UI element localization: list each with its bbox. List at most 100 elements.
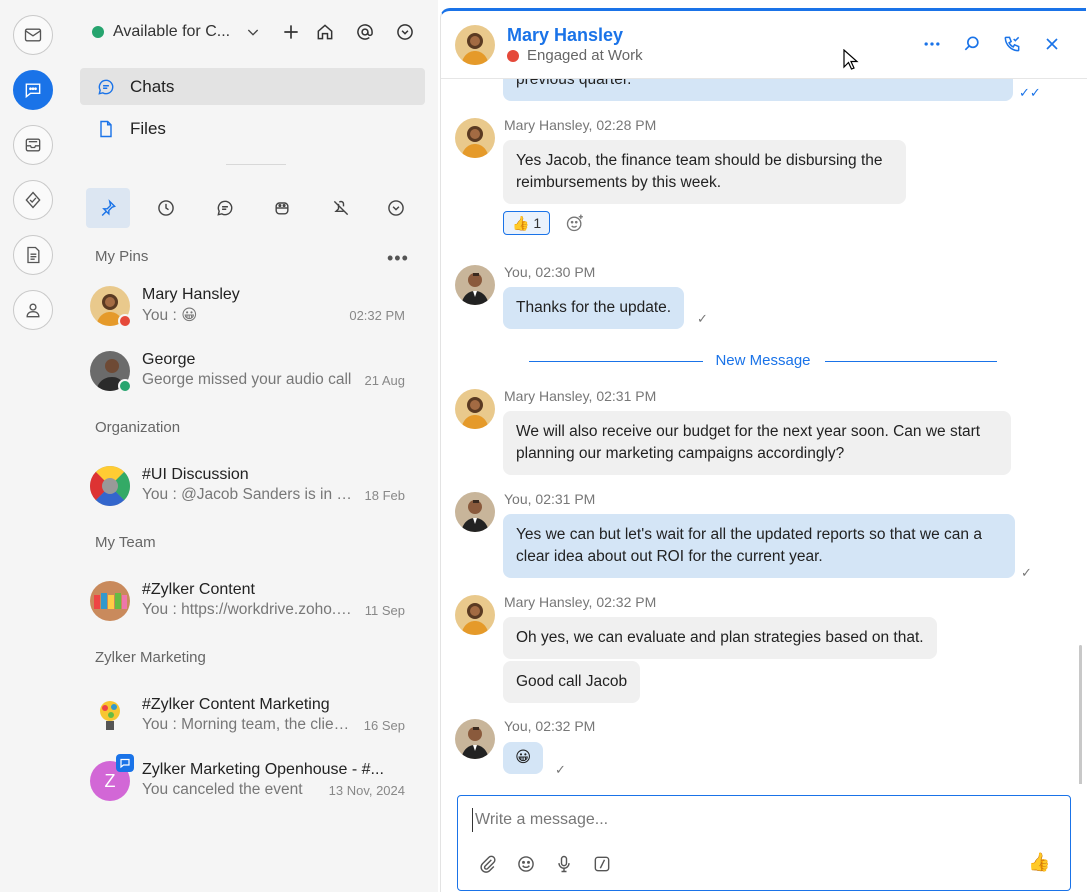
available-status-dot	[92, 26, 104, 38]
section-my-team: My Team	[95, 534, 156, 551]
avatar	[90, 696, 130, 736]
divider	[226, 164, 286, 165]
conversation-zylker-content[interactable]: #Zylker Content You : https://workdrive.…	[80, 571, 425, 631]
add-icon[interactable]	[279, 20, 303, 44]
message-bubble[interactable]: previous quarter.	[503, 79, 1013, 101]
muted-icon[interactable]	[319, 188, 363, 228]
conversation-snippet: You : 😀	[142, 307, 198, 324]
chat-filter-bar	[86, 188, 426, 228]
chat-icon[interactable]	[13, 70, 53, 110]
conversation-name: Mary Hansley	[142, 286, 240, 303]
app-rail	[0, 0, 66, 892]
recent-icon[interactable]	[144, 188, 188, 228]
search-icon[interactable]	[959, 31, 985, 57]
home-icon[interactable]	[313, 20, 337, 44]
busy-status-dot	[507, 49, 519, 62]
notes-icon[interactable]	[13, 235, 53, 275]
message-meta: Mary Hansley, 02:32 PM	[504, 594, 657, 610]
message-input[interactable]	[472, 808, 1052, 832]
avatar[interactable]	[455, 719, 495, 759]
conversation-snippet: You : https://workdrive.zoho.com	[142, 601, 355, 618]
attachment-icon[interactable]	[476, 852, 500, 876]
chat-bubble-filter-icon[interactable]	[203, 188, 247, 228]
more-horizontal-icon[interactable]	[919, 31, 945, 57]
event-chat-icon	[116, 754, 134, 772]
sent-tick-icon: ✓	[1021, 565, 1032, 580]
close-icon[interactable]	[1039, 31, 1065, 57]
conversation-snippet: George missed your audio call	[142, 371, 352, 388]
available-status-dot	[118, 379, 132, 393]
add-reaction-icon[interactable]	[565, 213, 585, 233]
pin-icon[interactable]	[86, 188, 130, 228]
pins-more-icon[interactable]: •••	[387, 248, 409, 269]
busy-status-dot	[118, 314, 132, 328]
call-icon[interactable]	[999, 31, 1025, 57]
conversation-time: 21 Aug	[364, 373, 406, 388]
avatar[interactable]	[455, 118, 495, 158]
conversation-snippet: You : Morning team, the client call	[142, 716, 355, 733]
chat-sidebar: Available for C... Chats Files My Pins •…	[66, 0, 438, 892]
conversation-snippet: You : @Jacob Sanders is in the loop	[142, 486, 355, 503]
format-icon[interactable]	[590, 852, 614, 876]
message-bubble[interactable]: Yes we can but let's wait for all the up…	[503, 514, 1015, 578]
conversation-name: #UI Discussion	[142, 466, 249, 483]
chevron-down-icon	[247, 29, 259, 36]
section-my-pins: My Pins	[95, 248, 149, 265]
message-bubble[interactable]: Thanks for the update.	[503, 287, 685, 329]
conversation-mary-hansley[interactable]: Mary Hansley You : 😀 02:32 PM	[80, 276, 425, 336]
mouse-cursor-icon	[843, 49, 859, 70]
divider-line	[825, 361, 997, 362]
avatar[interactable]	[455, 595, 495, 635]
conversation-time: 18 Feb	[364, 488, 405, 503]
avatar[interactable]	[455, 492, 495, 532]
nav-files[interactable]: Files	[80, 110, 425, 147]
avatar	[90, 466, 130, 506]
contact-name[interactable]: Mary Hansley	[507, 25, 623, 46]
scrollbar[interactable]	[1079, 645, 1082, 784]
avatar[interactable]	[455, 265, 495, 305]
reaction-thumbs-up[interactable]: 👍 1	[503, 211, 551, 235]
mail-icon[interactable]	[13, 15, 53, 55]
contact-status: Engaged at Work	[507, 47, 643, 64]
message-bubble[interactable]: Oh yes, we can evaluate and plan strateg…	[503, 617, 937, 659]
avatar[interactable]	[455, 25, 495, 65]
message-bubble[interactable]: Yes Jacob, the finance team should be di…	[503, 140, 906, 204]
chat-window: Mary Hansley Engaged at Work previous qu…	[440, 8, 1087, 892]
microphone-icon[interactable]	[552, 852, 576, 876]
message-bubble[interactable]: 😀	[503, 742, 544, 774]
message-meta: Mary Hansley, 02:28 PM	[504, 117, 657, 133]
conversation-ui-discussion[interactable]: #UI Discussion You : @Jacob Sanders is i…	[80, 456, 425, 516]
nav-chats[interactable]: Chats	[80, 68, 425, 105]
chat-header: Mary Hansley Engaged at Work	[441, 11, 1087, 79]
contact-status-label: Engaged at Work	[527, 47, 643, 64]
conversation-name: #Zylker Content Marketing	[142, 696, 330, 713]
conversation-name: Zylker Marketing Openhouse - #...	[142, 761, 384, 778]
quick-thumbs-up-button[interactable]: 👍	[1028, 852, 1050, 873]
conversation-time: 11 Sep	[364, 603, 405, 618]
conversation-zylker-content-marketing[interactable]: #Zylker Content Marketing You : Morning …	[80, 686, 425, 746]
read-receipt-icon: ✓✓	[1019, 85, 1041, 100]
conversation-name: #Zylker Content	[142, 581, 255, 598]
more-options-icon[interactable]	[393, 20, 417, 44]
avatar[interactable]	[455, 389, 495, 429]
availability-label: Available for C...	[113, 23, 231, 40]
emoji-icon[interactable]	[514, 852, 538, 876]
message-meta: Mary Hansley, 02:31 PM	[504, 388, 657, 404]
section-organization: Organization	[95, 419, 181, 436]
contacts-icon[interactable]	[13, 290, 53, 330]
conversation-george[interactable]: George George missed your audio call 21 …	[80, 341, 425, 401]
inbox-icon[interactable]	[13, 125, 53, 165]
message-bubble[interactable]: We will also receive our budget for the …	[503, 411, 1011, 475]
tasks-icon[interactable]	[13, 180, 53, 220]
message-bubble[interactable]: Good call Jacob	[503, 661, 641, 703]
file-icon	[100, 120, 112, 137]
mentions-icon[interactable]	[353, 20, 377, 44]
message-meta: You, 02:32 PM	[504, 718, 596, 734]
more-chevron-icon[interactable]	[374, 188, 418, 228]
section-zylker-marketing: Zylker Marketing	[95, 649, 206, 666]
conversation-time: 02:32 PM	[349, 308, 405, 323]
conversation-zylker-marketing-openhouse[interactable]: Z Zylker Marketing Openhouse - #... You …	[80, 751, 425, 811]
chat-bubble-icon	[98, 79, 114, 95]
bot-icon[interactable]	[260, 188, 304, 228]
availability-selector[interactable]: Available for C...	[92, 18, 261, 46]
